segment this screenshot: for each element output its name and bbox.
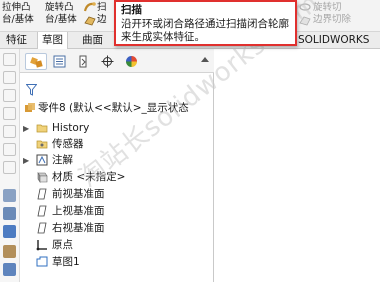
sketch1-label: 草图1 <box>52 256 80 268</box>
sensors-label: 传感器 <box>52 138 84 150</box>
extrude-boss-label-2[interactable]: 台/基体 <box>2 14 34 25</box>
color-wheel-icon <box>126 56 137 67</box>
left-toolbar <box>0 49 20 282</box>
plane-icon <box>37 188 47 200</box>
feature-tree-icon <box>30 57 43 68</box>
toolbar-icon-8[interactable] <box>3 189 16 202</box>
tooltip-body: 沿开环或闭合路径通过扫描闭合轮廓来生成实体特征。 <box>121 18 289 43</box>
toolbar-icon-2[interactable] <box>3 71 16 84</box>
plane-icon <box>37 205 47 217</box>
crosshair-icon <box>101 55 114 68</box>
toolbar-icon-3[interactable] <box>3 89 16 102</box>
revolve-boss-label-2[interactable]: 台/基体 <box>45 14 77 25</box>
panel-tabs <box>20 49 214 73</box>
toolbar-icon-9[interactable] <box>3 207 16 220</box>
sensor-folder-icon <box>36 140 48 149</box>
tree-item-right-plane[interactable]: 右视基准面 <box>20 221 214 236</box>
tree-item-top-plane[interactable]: 上视基准面 <box>20 204 214 219</box>
tab-surfaces[interactable]: 曲面 <box>78 32 107 49</box>
annotation-icon <box>36 154 48 166</box>
revolve-boss-label-1[interactable]: 旋转凸 <box>45 2 74 13</box>
property-manager-tab[interactable] <box>49 53 71 70</box>
dimxpert-tab[interactable] <box>97 53 119 70</box>
boundary-boss-icon[interactable] <box>84 14 96 26</box>
material-icon <box>37 172 48 183</box>
history-label: History <box>52 122 90 134</box>
part-icon <box>25 103 35 112</box>
toolbar-icon-12[interactable] <box>3 263 16 276</box>
toolbar-icon-6[interactable] <box>3 143 16 156</box>
tab-features[interactable]: 特征 <box>2 32 31 49</box>
filter-icon[interactable] <box>26 84 37 96</box>
configuration-icon <box>79 55 87 68</box>
extrude-boss-label-1[interactable]: 拉伸凸 <box>2 2 31 13</box>
sketch-icon <box>36 256 48 267</box>
expand-arrow-icon[interactable]: ▶ <box>23 153 29 168</box>
right-plane-label: 右视基准面 <box>52 222 105 234</box>
tooltip-title: 扫描 <box>121 4 142 16</box>
expand-arrow-icon[interactable]: ▶ <box>23 121 29 136</box>
tree-item-origin[interactable]: 原点 <box>20 238 214 253</box>
sweep-tooltip: 扫描 沿开环或闭合路径通过扫描闭合轮廓来生成实体特征。 <box>114 0 297 46</box>
display-manager-tab[interactable] <box>121 53 143 70</box>
origin-icon <box>36 240 47 251</box>
configuration-manager-tab[interactable] <box>73 53 95 70</box>
tab-sketch[interactable]: 草图 <box>37 32 68 49</box>
plane-icon <box>37 222 47 234</box>
origin-label: 原点 <box>52 239 73 251</box>
tab-solidworks-addins[interactable]: SOLIDWORKS 插件 <box>294 32 380 62</box>
history-folder-icon <box>36 124 48 133</box>
toolbar-icon-7[interactable] <box>3 161 16 174</box>
toolbar-icon-10[interactable] <box>3 225 16 238</box>
graphics-viewport[interactable] <box>214 49 380 282</box>
sweep-icon[interactable] <box>84 1 96 13</box>
property-list-icon <box>53 55 66 68</box>
feature-manager-tab[interactable] <box>25 53 47 70</box>
toolbar-icon-5[interactable] <box>3 125 16 138</box>
sweep-label[interactable]: 扫 <box>97 2 107 13</box>
tree-item-front-plane[interactable]: 前视基准面 <box>20 187 214 202</box>
toolbar-icon-1[interactable] <box>3 53 16 66</box>
top-plane-label: 上视基准面 <box>52 205 105 217</box>
toolbar-icon-11[interactable] <box>3 245 16 258</box>
tree-item-sketch1[interactable]: 草图1 <box>20 255 214 270</box>
toolbar-icon-4[interactable] <box>3 107 16 120</box>
boundary-boss-label[interactable]: 边 <box>97 14 107 25</box>
